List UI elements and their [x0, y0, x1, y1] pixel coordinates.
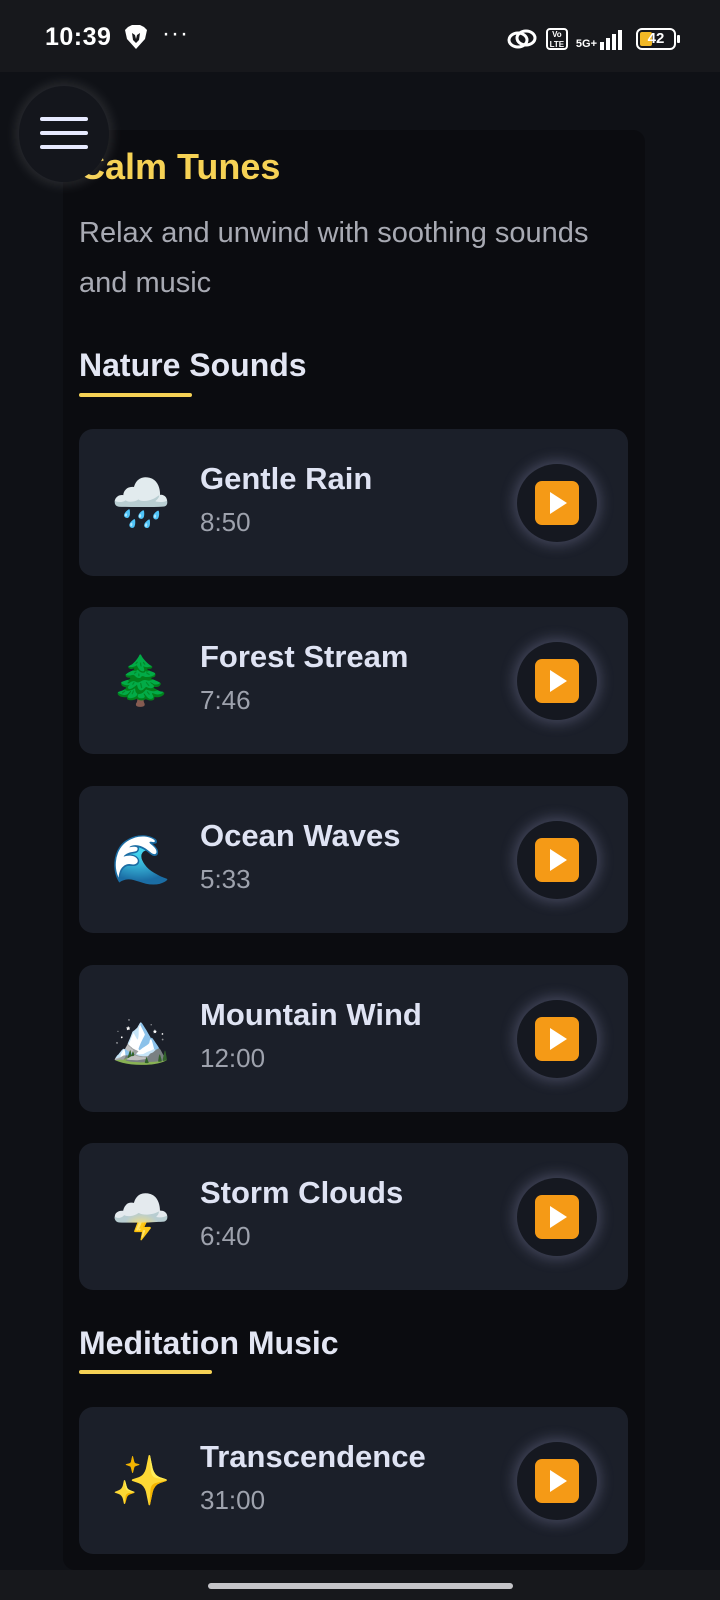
app-screen: 10:39 ··· Vo LTE 5G+ 42 Calm Tunes Relax…	[0, 0, 720, 1600]
system-nav-bar	[0, 1570, 720, 1600]
section-title-meditation-music: Meditation Music	[79, 1325, 339, 1361]
ocean-wave-icon: 🌊	[111, 832, 171, 888]
battery-percent: 42	[647, 30, 665, 47]
play-icon	[535, 481, 579, 525]
play-button[interactable]	[517, 821, 597, 899]
play-button[interactable]	[517, 1000, 597, 1078]
status-time: 10:39	[45, 23, 112, 51]
track-duration: 6:40	[200, 1221, 251, 1251]
rain-cloud-icon: 🌧️	[111, 475, 171, 531]
track-name: Transcendence	[200, 1439, 426, 1474]
thunder-cloud-icon: 🌩️	[111, 1189, 171, 1245]
signal-strength-icon	[600, 30, 622, 50]
play-button[interactable]	[517, 1442, 597, 1520]
signal-group: 5G+	[576, 28, 628, 50]
network-type-label: 5G+	[575, 38, 597, 50]
brave-lion-icon	[125, 25, 147, 49]
track-card-transcendence[interactable]: ✨ Transcendence 31:00	[79, 1407, 628, 1554]
hotspot-link-icon	[507, 29, 537, 49]
status-bar: 10:39 ··· Vo LTE 5G+ 42	[0, 0, 720, 72]
track-duration: 5:33	[200, 864, 251, 894]
play-button[interactable]	[517, 642, 597, 720]
play-icon	[535, 838, 579, 882]
app-subtitle: Relax and unwind with soothing sounds an…	[79, 217, 589, 299]
play-icon	[535, 1195, 579, 1239]
battery-icon: 42	[636, 28, 680, 50]
evergreen-tree-icon: 🌲	[111, 653, 171, 709]
hamburger-menu-icon	[40, 117, 88, 151]
status-more-dots: ···	[162, 20, 189, 47]
track-name: Storm Clouds	[200, 1175, 404, 1210]
track-duration: 7:46	[200, 685, 251, 715]
app-title: Calm Tunes	[79, 146, 281, 187]
track-name: Ocean Waves	[200, 818, 401, 853]
section-underline	[79, 393, 192, 397]
track-duration: 31:00	[200, 1485, 266, 1515]
snow-mountain-icon: 🏔️	[111, 1011, 171, 1067]
sparkles-icon: ✨	[111, 1453, 171, 1509]
track-card-forest-stream[interactable]: 🌲 Forest Stream 7:46	[79, 607, 628, 754]
status-icons: Vo LTE 5G+ 42	[506, 24, 680, 54]
volte-icon: Vo LTE	[545, 28, 568, 50]
play-button[interactable]	[517, 464, 597, 542]
menu-button[interactable]	[19, 86, 109, 182]
track-duration: 12:00	[200, 1043, 266, 1073]
track-name: Forest Stream	[200, 639, 409, 674]
track-duration: 8:50	[200, 507, 251, 537]
track-card-ocean-waves[interactable]: 🌊 Ocean Waves 5:33	[79, 786, 628, 933]
play-button[interactable]	[517, 1178, 597, 1256]
track-card-gentle-rain[interactable]: 🌧️ Gentle Rain 8:50	[79, 429, 628, 576]
play-icon	[535, 1459, 579, 1503]
track-card-mountain-wind[interactable]: 🏔️ Mountain Wind 12:00	[79, 965, 628, 1112]
track-name: Gentle Rain	[200, 461, 373, 496]
section-title-nature-sounds: Nature Sounds	[79, 347, 307, 383]
track-card-storm-clouds[interactable]: 🌩️ Storm Clouds 6:40	[79, 1143, 628, 1290]
home-gesture-handle[interactable]	[208, 1583, 513, 1589]
section-underline	[79, 1370, 212, 1374]
play-icon	[535, 1017, 579, 1061]
play-icon	[535, 659, 579, 703]
track-name: Mountain Wind	[200, 997, 422, 1032]
